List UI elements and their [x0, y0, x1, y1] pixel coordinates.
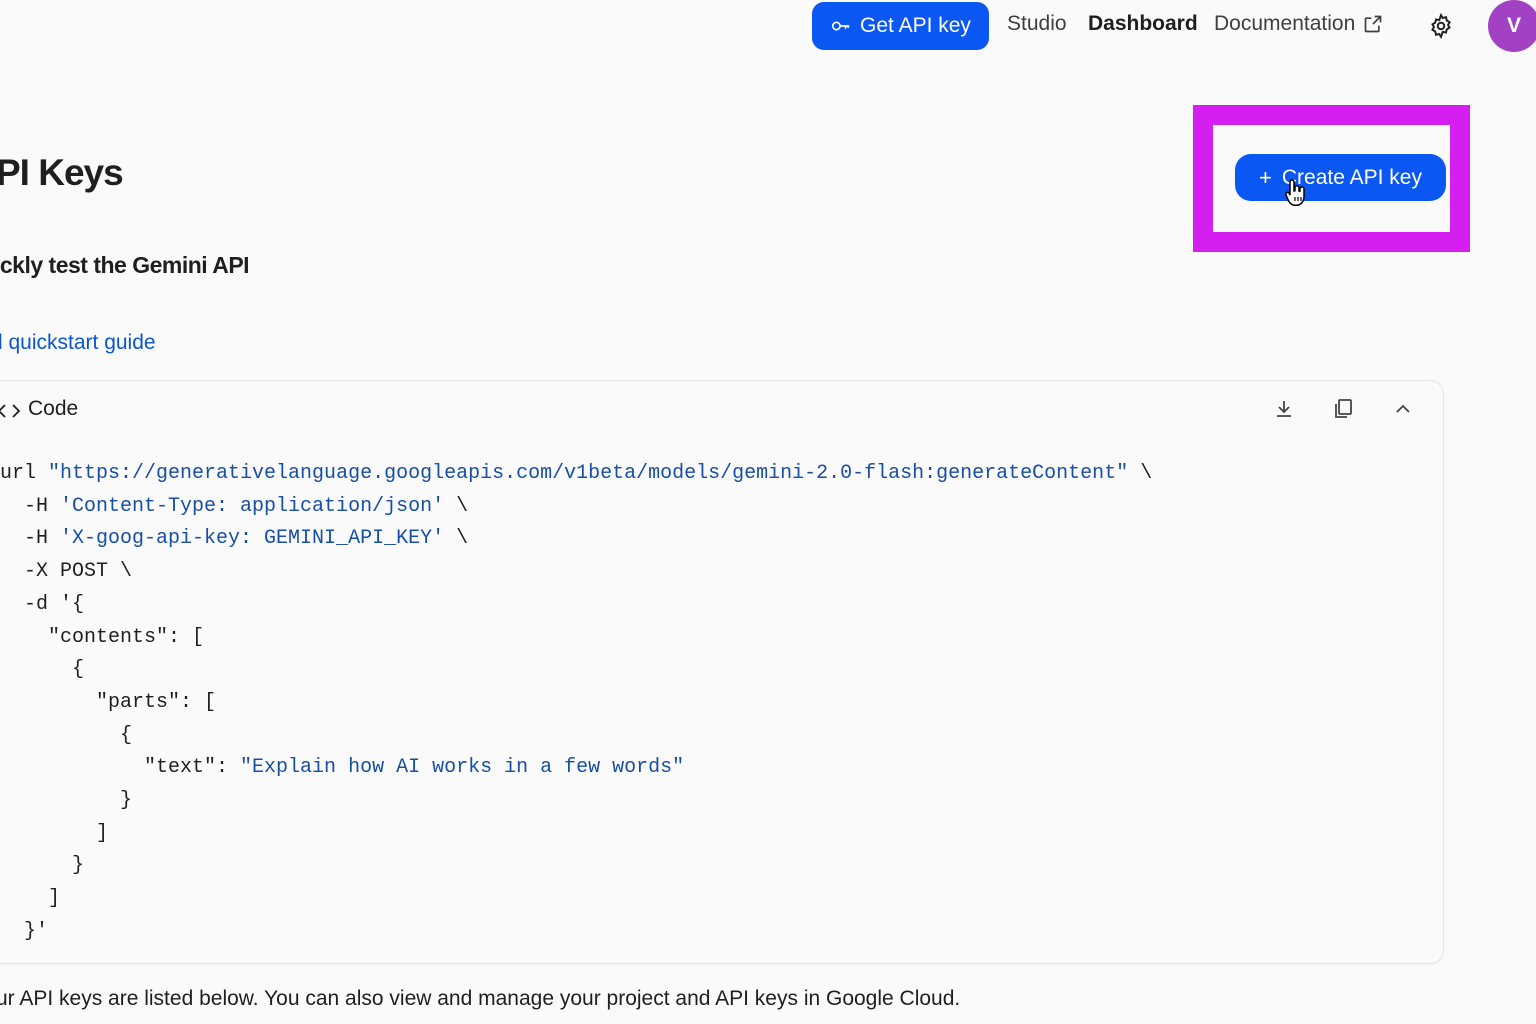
- code-token: 'X-goog-api-key: GEMINI_API_KEY': [60, 527, 445, 551]
- code-token: {: [0, 723, 133, 747]
- code-panel-header[interactable]: Code: [0, 395, 1443, 425]
- code-token: \: [1128, 462, 1153, 485]
- code-line: "contents": [: [0, 622, 204, 654]
- code-line: -H 'X-goog-api-key: GEMINI_API_KEY' \: [0, 523, 468, 555]
- hand-cursor-icon: [1285, 179, 1305, 207]
- code-line: }: [0, 785, 132, 817]
- get-api-key-label: Get API key: [860, 14, 971, 37]
- download-icon[interactable]: [1272, 397, 1296, 421]
- code-line: -X POST \: [0, 556, 132, 588]
- code-line: }: [0, 850, 84, 882]
- code-token: "text":: [0, 756, 241, 780]
- code-token: -H: [0, 527, 61, 551]
- code-line: "text": "Explain how AI works in a few w…: [0, 752, 684, 784]
- code-token: {: [0, 658, 85, 682]
- page-title: PI Keys: [0, 152, 124, 193]
- subheading: ickly test the Gemini API: [0, 252, 250, 278]
- code-panel-title: Code: [28, 397, 79, 420]
- code-line: {: [0, 720, 132, 752]
- create-api-key-button[interactable]: + Create API key: [1235, 154, 1446, 201]
- external-link-icon: [1364, 15, 1382, 33]
- nav-documentation-link[interactable]: Documentation: [1214, 12, 1383, 36]
- plus-icon: +: [1259, 164, 1272, 190]
- code-line: }': [0, 916, 48, 948]
- code-token: ]: [0, 821, 109, 845]
- code-token: \: [444, 494, 469, 518]
- code-token: "parts": [: [0, 690, 217, 714]
- avatar-initial: V: [1506, 14, 1521, 37]
- api-keys-footer-note: ur API keys are listed below. You can al…: [0, 987, 961, 1010]
- code-token: "Explain how AI works in a few words": [240, 756, 685, 780]
- code-line: "parts": [: [0, 687, 216, 719]
- code-token: -H: [0, 494, 61, 518]
- code-icon: [0, 404, 21, 418]
- code-token: }: [0, 789, 133, 812]
- code-line: -d '{: [0, 589, 84, 621]
- quickstart-guide-link[interactable]: l quickstart guide: [0, 331, 156, 355]
- code-token: 'Content-Type: application/json': [60, 494, 445, 518]
- nav-studio-link[interactable]: Studio: [1007, 12, 1067, 36]
- nav-dashboard-link[interactable]: Dashboard: [1088, 12, 1198, 36]
- documentation-label: Documentation: [1214, 12, 1356, 35]
- code-token: -d '{: [0, 592, 85, 616]
- code-token: url: [0, 462, 49, 485]
- code-token: ]: [0, 887, 61, 911]
- code-line: url "https://generativelanguage.googleap…: [0, 458, 1152, 490]
- code-token: -X POST \: [0, 560, 133, 584]
- key-icon: [831, 21, 850, 31]
- copy-icon[interactable]: [1331, 397, 1355, 421]
- avatar[interactable]: V: [1488, 0, 1536, 52]
- code-token: "https://generativelanguage.googleapis.c…: [48, 462, 1129, 485]
- gear-icon[interactable]: [1428, 13, 1454, 39]
- code-line: -H 'Content-Type: application/json' \: [0, 491, 468, 523]
- get-api-key-button[interactable]: Get API key: [812, 2, 989, 50]
- code-token: "contents": [: [0, 625, 205, 649]
- code-token: }': [0, 919, 49, 943]
- code-line: ]: [0, 818, 108, 850]
- code-line: {: [0, 654, 84, 686]
- chevron-up-icon[interactable]: [1391, 397, 1415, 421]
- code-line: ]: [0, 883, 60, 915]
- code-token: }: [0, 854, 85, 878]
- code-token: \: [444, 527, 469, 551]
